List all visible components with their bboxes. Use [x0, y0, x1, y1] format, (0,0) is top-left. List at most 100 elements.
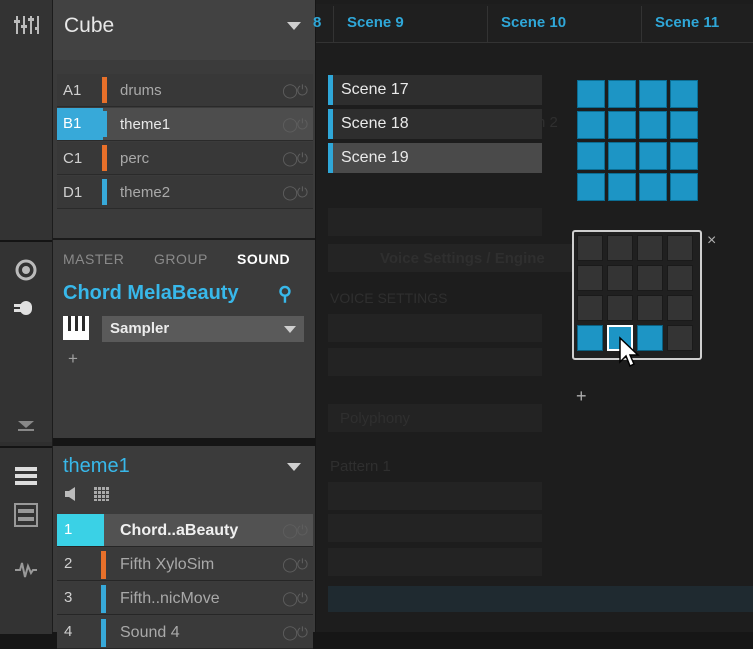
scene-header-9[interactable]: Scene 9 [347, 14, 404, 31]
group-name: theme1 [120, 116, 171, 133]
section-divider [53, 438, 315, 446]
pad-selector-cell[interactable] [607, 235, 633, 261]
divider [487, 6, 488, 42]
preview-pad [639, 173, 667, 201]
group-row-c1[interactable]: C1 perc ◯⏻ [57, 142, 313, 175]
pad-selector-cell[interactable] [577, 325, 603, 351]
add-scene-button[interactable]: + [576, 386, 587, 407]
preview-pad [608, 111, 636, 139]
scene-color-bar [328, 75, 333, 105]
preview-pad [670, 111, 698, 139]
group-id: C1 [63, 150, 83, 167]
group-row-d1[interactable]: D1 theme2 ◯⏻ [57, 176, 313, 209]
pad-selector-cell[interactable] [667, 325, 693, 351]
scene-list-item[interactable]: Scene 19 [328, 143, 542, 173]
pad-selector-cell[interactable] [667, 235, 693, 261]
sound-row-1[interactable]: 1 Chord..aBeauty ◯⏻ [57, 514, 313, 547]
scene-pad-preview [577, 80, 701, 204]
ghost-row [328, 548, 542, 576]
sound-name: Chord..aBeauty [120, 522, 239, 539]
section-divider [53, 238, 315, 240]
ghost-voice-settings-label: Voice Settings / Engine [380, 250, 545, 267]
tab-master[interactable]: MASTER [63, 251, 124, 267]
sound-number: 4 [64, 623, 73, 640]
mute-solo-icons[interactable]: ◯⏻ [282, 556, 308, 573]
group-row-a1[interactable]: A1 drums ◯⏻ [57, 74, 313, 107]
tab-group[interactable]: GROUP [154, 251, 208, 267]
tab-sound[interactable]: SOUND [237, 251, 290, 267]
group-row-b1[interactable]: B1 theme1 ◯⏻ [57, 108, 313, 141]
sound-name: Fifth XyloSim [120, 556, 215, 573]
pattern-dropdown-icon[interactable] [287, 463, 301, 471]
sound-color-bar [101, 551, 106, 579]
speaker-icon[interactable] [64, 487, 80, 501]
sound-name[interactable]: Chord MelaBeauty [63, 282, 239, 305]
sound-number: 2 [64, 555, 73, 572]
scene-header-11[interactable]: Scene 11 [655, 14, 719, 31]
pattern-title[interactable]: theme1 [63, 455, 130, 478]
divider [641, 6, 642, 42]
sound-row-3[interactable]: 3 Fifth..nicMove ◯⏻ [57, 582, 313, 615]
mute-solo-icons[interactable]: ◯⏻ [282, 590, 308, 607]
pad-selector-cell[interactable] [637, 295, 663, 321]
pad-selector-cell[interactable] [667, 295, 693, 321]
sound-color-bar [101, 585, 106, 613]
pad-selector-cell[interactable] [667, 265, 693, 291]
project-dropdown-icon[interactable] [287, 22, 301, 30]
project-title: Cube [64, 14, 115, 37]
mixer-icon[interactable] [13, 14, 39, 36]
sound-name: Fifth..nicMove [120, 590, 220, 607]
macro-knob-icon[interactable] [14, 258, 38, 282]
mute-solo-icons[interactable]: ◯⏻ [282, 82, 308, 99]
group-id: B1 [57, 108, 103, 140]
mouse-cursor-icon [618, 336, 640, 373]
pad-selector-cell[interactable] [607, 295, 633, 321]
preview-pad [608, 80, 636, 108]
sample-view-icon[interactable] [14, 503, 38, 527]
sound-row-2[interactable]: 2 Fifth XyloSim ◯⏻ [57, 548, 313, 581]
mute-solo-icons[interactable]: ◯⏻ [282, 522, 308, 539]
group-color-bar [102, 77, 107, 103]
preview-pad [639, 142, 667, 170]
collapse-arrow-icon[interactable] [17, 418, 35, 432]
ghost-bottom-bar [328, 586, 753, 612]
add-plugin-button[interactable]: + [68, 349, 78, 369]
scene-header-partial[interactable]: 8 [313, 14, 321, 31]
scene-header-10[interactable]: Scene 10 [501, 14, 566, 31]
mute-solo-icons[interactable]: ◯⏻ [282, 624, 308, 641]
pad-selector-cell[interactable] [577, 265, 603, 291]
group-id: A1 [63, 82, 82, 99]
plugin-name: Sampler [110, 320, 170, 337]
sound-row-4[interactable]: 4 Sound 4 ◯⏻ [57, 616, 313, 649]
search-icon[interactable]: ⚲ [278, 283, 292, 306]
scene-list-item[interactable]: Scene 17 [328, 75, 542, 105]
sound-name: Sound 4 [120, 624, 180, 641]
mute-solo-icons[interactable]: ◯⏻ [282, 116, 308, 133]
waveform-icon[interactable] [14, 560, 38, 580]
plugin-dropdown-icon[interactable] [284, 326, 296, 333]
group-color-bar [102, 179, 107, 205]
ghost-pattern-1: Pattern 1 [330, 458, 391, 475]
preview-pad [608, 142, 636, 170]
pad-selector-cell[interactable] [577, 235, 603, 261]
list-view-icon[interactable] [14, 466, 38, 488]
pad-selector-cell[interactable] [637, 325, 663, 351]
instrument-plugin-icon [62, 315, 90, 341]
ghost-row [328, 514, 542, 542]
ghost-polyphony: Polyphony [340, 410, 411, 427]
pad-selector-cell[interactable] [577, 295, 603, 321]
scene-color-bar [328, 109, 333, 139]
scene-list-item[interactable]: Scene 18 [328, 109, 542, 139]
pad-grid-icon[interactable] [93, 486, 111, 502]
group-name: drums [120, 82, 162, 99]
pad-selector-cell[interactable] [637, 265, 663, 291]
mute-solo-icons[interactable]: ◯⏻ [282, 150, 308, 167]
pad-selector-cell[interactable] [637, 235, 663, 261]
pad-selector-cell[interactable] [607, 265, 633, 291]
mute-solo-icons[interactable]: ◯⏻ [282, 184, 308, 201]
sound-number: 1 [57, 514, 104, 546]
group-color-bar [102, 145, 107, 171]
scene-color-bar [328, 143, 333, 173]
close-popup-button[interactable]: × [707, 232, 716, 250]
plugin-plug-icon[interactable] [14, 298, 38, 318]
